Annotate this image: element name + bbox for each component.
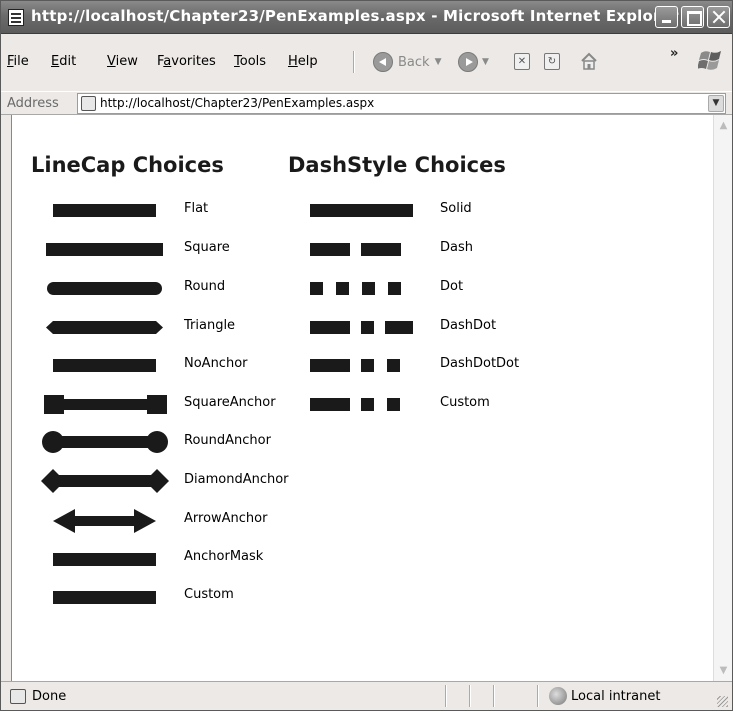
linecap-label-roundanchor: RoundAnchor xyxy=(184,433,271,448)
status-divider xyxy=(537,685,539,707)
close-button[interactable] xyxy=(707,6,730,28)
dashstyle-label-dashdot: DashDot xyxy=(440,318,497,333)
dashstyle-label-dashdotdot: DashDotDot xyxy=(440,356,520,371)
menu-help[interactable]: Help xyxy=(288,54,318,69)
menu-favorites[interactable]: Favorites xyxy=(157,54,216,69)
done-page-icon xyxy=(10,689,26,704)
linecap-sample-noanchor xyxy=(53,359,156,372)
vertical-scrollbar[interactable]: ▲ ▼ xyxy=(713,115,732,681)
resize-grip-icon[interactable] xyxy=(717,696,728,707)
status-divider xyxy=(469,685,471,707)
address-url[interactable]: http://localhost/Chapter23/PenExamples.a… xyxy=(100,96,374,110)
linecap-label-arrowanchor: ArrowAnchor xyxy=(184,511,268,526)
linecap-sample-anchormask xyxy=(53,553,156,566)
back-arrow-icon xyxy=(373,52,393,72)
menu-file[interactable]: File xyxy=(7,54,29,69)
menu-view[interactable]: View xyxy=(107,54,138,69)
linecap-label-noanchor: NoAnchor xyxy=(184,356,248,371)
page-content: LineCap Choices DashStyle Choices Flat S… xyxy=(11,115,713,681)
dashstyle-sample-dash xyxy=(310,243,401,256)
window-title: http://localhost/Chapter23/PenExamples.a… xyxy=(31,7,679,25)
dashstyle-heading: DashStyle Choices xyxy=(288,153,506,177)
dashstyle-label-solid: Solid xyxy=(440,201,472,216)
refresh-icon[interactable]: ↻ xyxy=(544,53,560,70)
linecap-sample-triangle xyxy=(46,321,163,334)
back-dropdown-icon[interactable]: ▼ xyxy=(435,57,442,67)
linecap-sample-roundanchor xyxy=(42,431,168,453)
address-bar: Address http://localhost/Chapter23/PenEx… xyxy=(1,91,732,115)
dashstyle-label-dot: Dot xyxy=(440,279,464,294)
security-zone-label: Local intranet xyxy=(571,689,661,704)
linecap-sample-diamondanchor xyxy=(41,469,169,493)
linecap-sample-round xyxy=(47,282,162,295)
forward-button[interactable]: ▼ xyxy=(458,50,489,74)
address-input[interactable]: http://localhost/Chapter23/PenExamples.a… xyxy=(77,93,726,114)
back-button[interactable]: Back ▼ xyxy=(373,50,441,74)
linecap-label-diamondanchor: DiamondAnchor xyxy=(184,472,289,487)
linecap-sample-flat xyxy=(53,204,156,217)
scroll-up-icon[interactable]: ▲ xyxy=(715,117,732,134)
linecap-sample-custom xyxy=(53,591,156,604)
linecap-label-round: Round xyxy=(184,279,226,294)
linecap-label-anchormask: AnchorMask xyxy=(184,549,264,564)
minimize-button[interactable] xyxy=(655,6,678,28)
toolbar-separator xyxy=(353,51,355,73)
forward-dropdown-icon[interactable]: ▼ xyxy=(482,57,489,67)
page-icon xyxy=(81,96,96,111)
menu-tools[interactable]: Tools xyxy=(234,54,266,69)
status-divider xyxy=(445,685,447,707)
dashstyle-sample-dashdot xyxy=(310,321,413,334)
status-divider xyxy=(493,685,495,707)
browser-window: http://localhost/Chapter23/PenExamples.a… xyxy=(0,0,733,711)
back-label: Back xyxy=(398,54,430,70)
linecap-label-squareanchor: SquareAnchor xyxy=(184,395,276,410)
toolbar-overflow-icon[interactable]: » xyxy=(670,46,678,61)
linecap-label-square: Square xyxy=(184,240,230,255)
dashstyle-sample-dot xyxy=(310,282,401,295)
address-dropdown-icon[interactable]: ▼ xyxy=(708,95,724,112)
linecap-label-flat: Flat xyxy=(184,201,209,216)
linecap-label-triangle: Triangle xyxy=(184,318,236,333)
linecap-sample-arrowanchor xyxy=(53,509,156,533)
page-icon xyxy=(8,9,24,26)
stop-icon[interactable]: ✕ xyxy=(514,53,530,70)
forward-arrow-icon xyxy=(458,52,478,72)
dashstyle-sample-solid xyxy=(310,204,413,217)
status-text: Done xyxy=(32,689,67,704)
windows-logo-icon xyxy=(698,51,721,70)
menu-toolbar: File Edit View Favorites Tools Help Back… xyxy=(1,34,732,91)
menu-edit[interactable]: Edit xyxy=(51,54,76,69)
home-icon[interactable] xyxy=(579,51,599,71)
status-bar: Done Local intranet xyxy=(1,681,732,710)
address-label: Address xyxy=(7,96,59,111)
title-bar[interactable]: http://localhost/Chapter23/PenExamples.a… xyxy=(1,1,732,34)
intranet-zone-icon xyxy=(549,687,567,705)
dashstyle-label-dash: Dash xyxy=(440,240,473,255)
linecap-sample-square xyxy=(46,243,163,256)
linecap-label-custom: Custom xyxy=(184,587,234,602)
linecap-sample-squareanchor xyxy=(44,395,167,414)
linecap-heading: LineCap Choices xyxy=(31,153,224,177)
maximize-button[interactable] xyxy=(681,6,704,28)
scroll-down-icon[interactable]: ▼ xyxy=(715,662,732,679)
dashstyle-sample-custom xyxy=(310,398,400,411)
dashstyle-sample-dashdotdot xyxy=(310,359,400,372)
dashstyle-label-custom: Custom xyxy=(440,395,490,410)
